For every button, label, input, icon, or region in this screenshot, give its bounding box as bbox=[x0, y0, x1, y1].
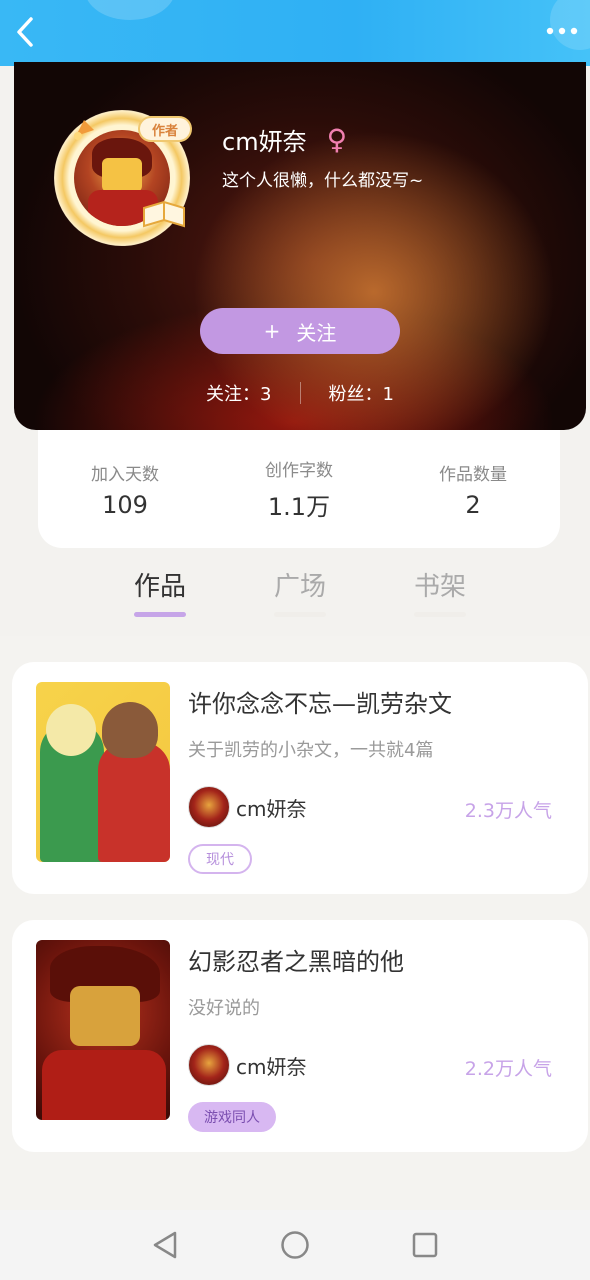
avatar bbox=[188, 786, 230, 828]
back-triangle-icon bbox=[153, 1231, 177, 1259]
username: cm妍奈 bbox=[222, 128, 307, 156]
tab-bookshelf[interactable]: 书架 bbox=[370, 566, 510, 626]
work-description: 关于凯劳的小杂文，一共就4篇 bbox=[188, 740, 434, 761]
follow-stats: 关注：3 粉丝：1 bbox=[14, 378, 586, 408]
tab-indicator bbox=[134, 612, 186, 617]
nav-home-button[interactable] bbox=[270, 1220, 320, 1270]
avatar bbox=[188, 1044, 230, 1086]
home-circle-icon bbox=[281, 1231, 309, 1259]
stats-card: 加入天数 109 创作字数 1.1万 作品数量 2 bbox=[38, 430, 560, 548]
plus-icon: + bbox=[263, 319, 281, 343]
work-cover-image[interactable] bbox=[36, 682, 170, 862]
more-dots-icon bbox=[546, 27, 578, 35]
author-name: cm妍奈 bbox=[236, 1054, 307, 1079]
work-title[interactable]: 幻影忍者之黑暗的他 bbox=[188, 942, 404, 977]
user-bio: 这个人很懒，什么都没写~ bbox=[222, 171, 424, 191]
author-name: cm妍奈 bbox=[236, 796, 307, 821]
work-description: 没好说的 bbox=[188, 998, 260, 1019]
nav-back-button[interactable] bbox=[140, 1220, 190, 1270]
work-author[interactable]: cm妍奈 bbox=[188, 786, 306, 828]
username-row: cm妍奈 ♀ bbox=[222, 122, 347, 157]
following-count[interactable]: 关注：3 bbox=[206, 380, 271, 406]
top-bar bbox=[0, 0, 590, 66]
stat-value: 109 bbox=[102, 490, 148, 519]
follow-button[interactable]: + 关注 bbox=[200, 308, 400, 354]
system-nav-bar bbox=[0, 1210, 590, 1280]
profile-tabs: 作品 广场 书架 bbox=[90, 566, 510, 626]
author-badge: 作者 bbox=[138, 116, 192, 142]
followers-count[interactable]: 粉丝：1 bbox=[329, 380, 394, 406]
more-button[interactable] bbox=[542, 14, 582, 48]
chevron-left-icon bbox=[17, 17, 33, 47]
decor-bubble bbox=[85, 0, 175, 20]
tab-indicator bbox=[274, 612, 326, 617]
tab-label: 广场 bbox=[273, 572, 326, 602]
profile-avatar[interactable]: 作者 bbox=[54, 110, 192, 246]
back-button[interactable] bbox=[8, 12, 42, 52]
stat-value: 1.1万 bbox=[267, 493, 331, 521]
tab-plaza[interactable]: 广场 bbox=[230, 566, 370, 626]
stat-join-days: 加入天数 109 bbox=[50, 460, 200, 519]
recents-square-icon bbox=[412, 1232, 438, 1258]
profile-header: 作者 cm妍奈 ♀ 这个人很懒，什么都没写~ + 关注 关注：3 粉丝：1 bbox=[14, 62, 586, 430]
work-cover-image[interactable] bbox=[36, 940, 170, 1120]
work-tag[interactable]: 现代 bbox=[188, 844, 252, 874]
tab-label: 书架 bbox=[413, 572, 466, 602]
work-author[interactable]: cm妍奈 bbox=[188, 1044, 306, 1086]
lamp-icon bbox=[74, 120, 94, 140]
work-tag[interactable]: 游戏同人 bbox=[188, 1102, 276, 1132]
work-popularity: 2.2万人气 bbox=[464, 1058, 552, 1080]
work-card[interactable]: 许你念念不忘—凯劳杂文 关于凯劳的小杂文，一共就4篇 cm妍奈 2.3万人气 现… bbox=[12, 662, 588, 894]
book-icon bbox=[143, 200, 185, 228]
stat-label: 作品数量 bbox=[439, 464, 507, 485]
tab-indicator bbox=[414, 612, 466, 617]
work-popularity: 2.3万人气 bbox=[464, 800, 552, 822]
stat-label: 加入天数 bbox=[91, 464, 159, 485]
tab-works[interactable]: 作品 bbox=[90, 566, 230, 626]
stat-works-count: 作品数量 2 bbox=[398, 460, 548, 519]
work-title[interactable]: 许你念念不忘—凯劳杂文 bbox=[188, 684, 452, 719]
nav-recents-button[interactable] bbox=[400, 1220, 450, 1270]
tab-label: 作品 bbox=[133, 572, 186, 602]
female-icon: ♀ bbox=[326, 123, 348, 156]
stat-label: 创作字数 bbox=[265, 461, 333, 481]
stat-word-count: 创作字数 1.1万 bbox=[224, 456, 374, 522]
stat-value: 2 bbox=[465, 490, 481, 519]
work-card[interactable]: 幻影忍者之黑暗的他 没好说的 cm妍奈 2.2万人气 游戏同人 bbox=[12, 920, 588, 1152]
divider bbox=[299, 382, 301, 404]
follow-button-label: 关注 bbox=[296, 320, 337, 345]
